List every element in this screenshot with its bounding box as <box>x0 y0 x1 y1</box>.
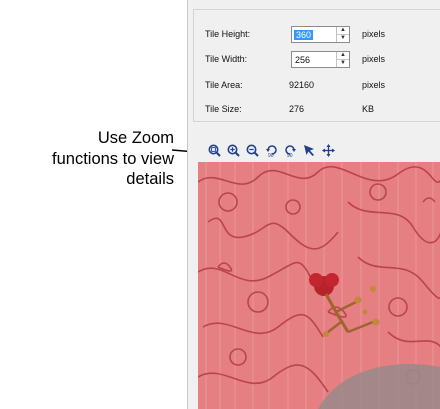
tile-width-stepper[interactable]: 256 ▲ ▼ <box>291 51 350 68</box>
callout-line-1: Use Zoom <box>97 129 174 147</box>
tile-width-down-button[interactable]: ▼ <box>337 59 349 67</box>
tile-properties-group: Tile Height: 360 ▲ ▼ pixels Tile Width: … <box>193 9 440 122</box>
tile-height-input[interactable]: 360 <box>294 30 314 40</box>
tile-area-label: Tile Area: <box>205 80 243 90</box>
tile-size-unit: KB <box>362 104 375 114</box>
move-icon <box>322 144 335 157</box>
rotate-right-90-icon: 90 <box>285 145 296 157</box>
tile-width-unit: pixels <box>362 54 386 64</box>
rotate-left-90-icon: 90 <box>266 145 277 157</box>
callout-line-3: details <box>126 170 174 188</box>
tile-preview-canvas[interactable] <box>198 162 440 409</box>
rotate-left-label: 90 <box>268 153 274 157</box>
rotate-right-button[interactable]: 90 <box>284 144 297 157</box>
zoom-toolbar: 90 90 <box>208 144 335 160</box>
tile-area-value: 92160 <box>289 80 315 90</box>
select-tool-button[interactable] <box>303 144 316 157</box>
tile-width-up-button[interactable]: ▲ <box>337 52 349 59</box>
zoom-callout: Use Zoom functions to view details <box>52 128 174 190</box>
tile-size-label: Tile Size: <box>205 104 242 114</box>
zoom-in-button[interactable] <box>227 144 240 157</box>
fabric-pattern-image <box>198 162 440 409</box>
tile-width-label: Tile Width: <box>205 54 248 64</box>
tile-size-value: 276 <box>289 104 305 114</box>
zoom-out-icon <box>246 144 259 157</box>
pan-tool-button[interactable] <box>322 144 335 157</box>
select-arrow-icon <box>304 145 314 156</box>
tile-height-stepper[interactable]: 360 ▲ ▼ <box>291 26 350 43</box>
tile-height-label: Tile Height: <box>205 29 251 39</box>
zoom-in-icon <box>227 144 240 157</box>
zoom-out-button[interactable] <box>246 144 259 157</box>
zoom-fit-icon <box>208 144 221 157</box>
tile-height-down-button[interactable]: ▼ <box>337 34 349 42</box>
tile-area-unit: pixels <box>362 80 386 90</box>
rotate-left-button[interactable]: 90 <box>265 144 278 157</box>
rotate-right-label: 90 <box>287 153 293 157</box>
tile-width-input[interactable]: 256 <box>295 55 310 65</box>
tile-settings-panel: Tile Height: 360 ▲ ▼ pixels Tile Width: … <box>187 0 440 409</box>
callout-line-2: functions to view <box>52 149 174 168</box>
zoom-fit-button[interactable] <box>208 144 221 157</box>
tile-height-up-button[interactable]: ▲ <box>337 27 349 34</box>
tile-height-unit: pixels <box>362 29 386 39</box>
